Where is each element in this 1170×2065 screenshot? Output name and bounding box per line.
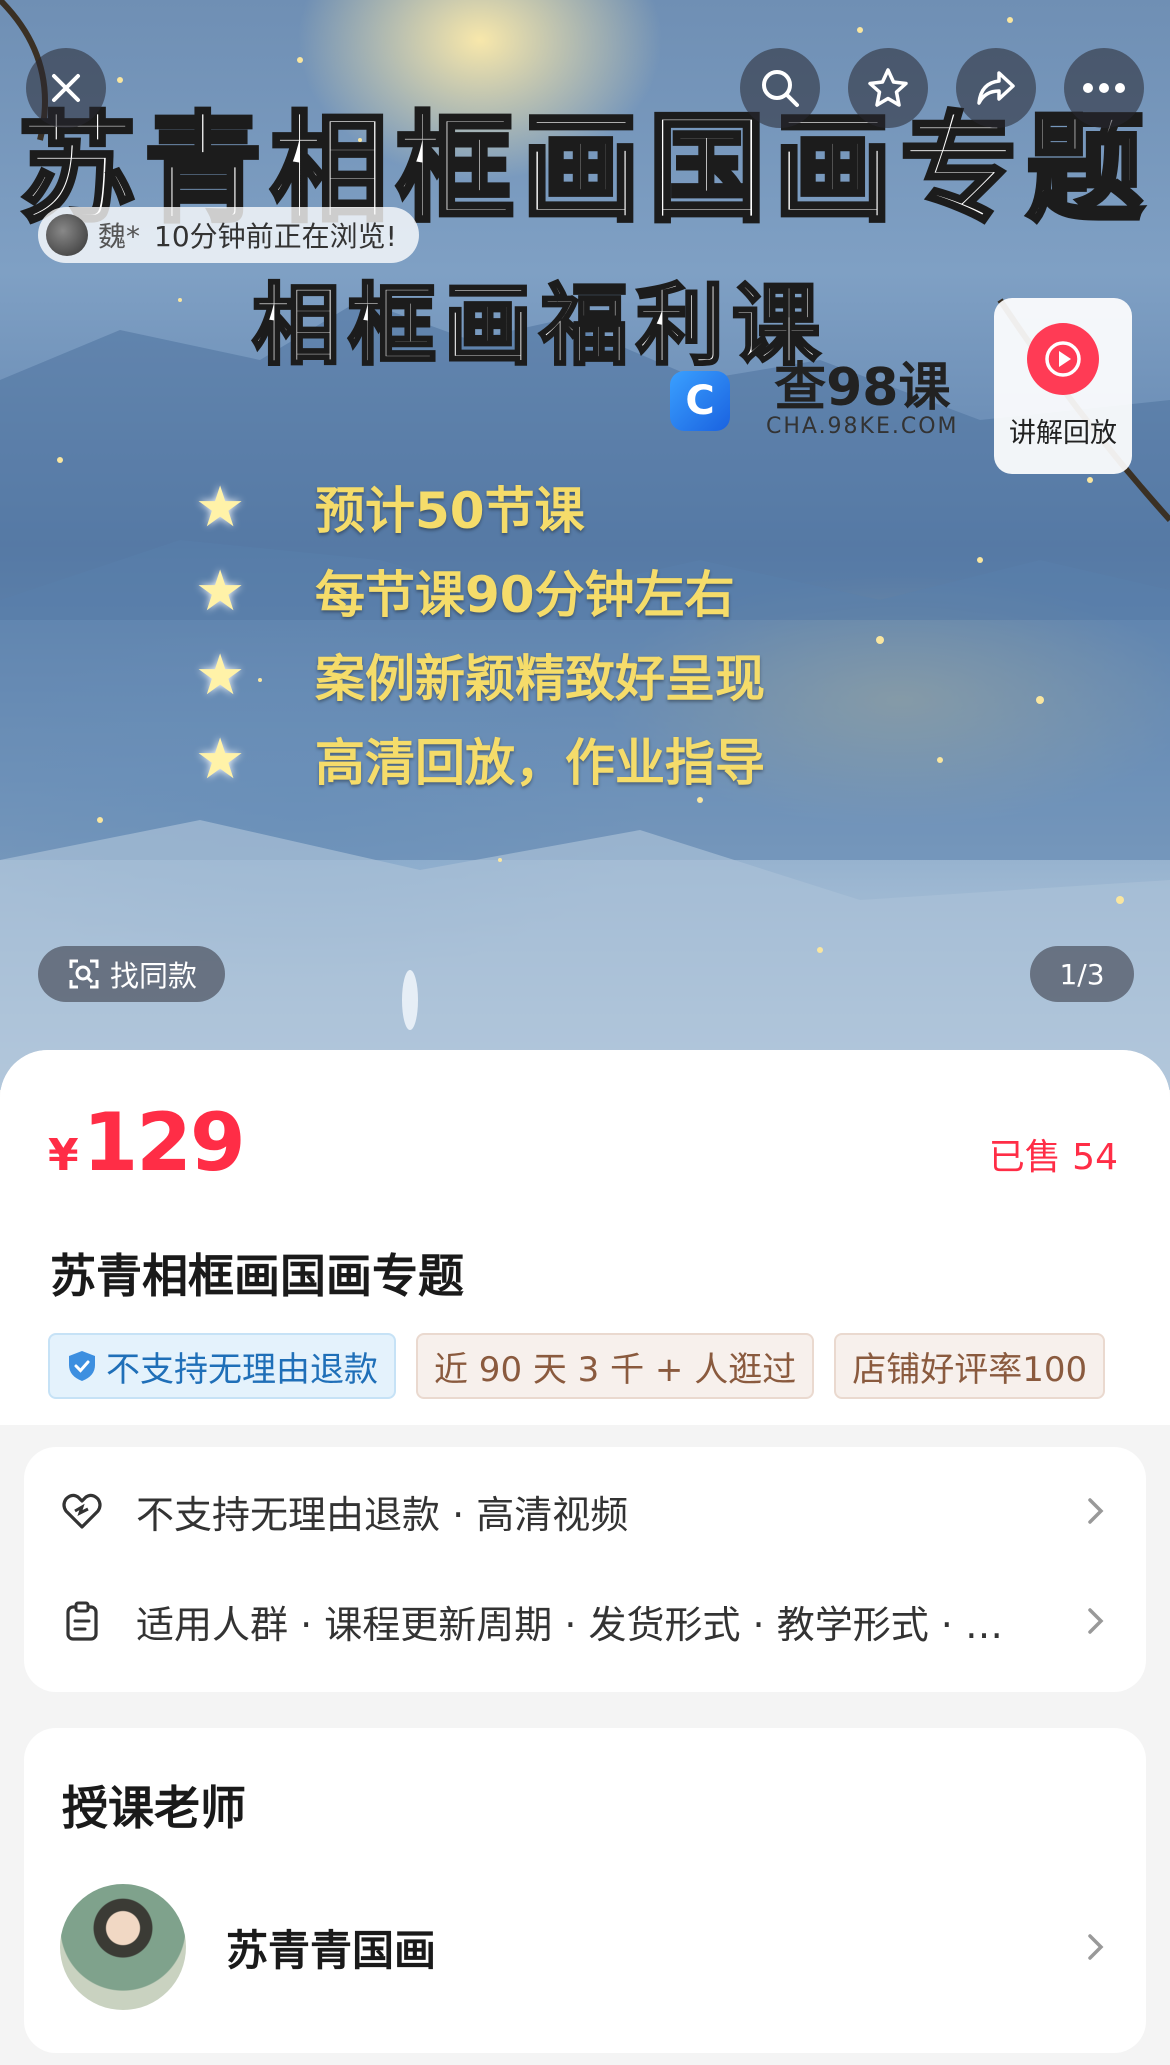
find-similar-label: 找同款 — [110, 959, 198, 993]
scan-icon — [69, 959, 99, 989]
teacher-avatar — [60, 1884, 186, 2010]
refund-policy-tag[interactable]: 不支持无理由退款 — [48, 1333, 396, 1399]
viewer-name: 魏* — [98, 220, 141, 253]
feature-item: ★ 案例新颖精致好呈现 — [195, 642, 765, 709]
recent-viewer-notice: 魏* 10分钟前正在浏览! — [38, 207, 419, 263]
replay-button[interactable]: 讲解回放 — [994, 298, 1132, 474]
teacher-card: 授课老师 苏青青国画 — [24, 1728, 1146, 2053]
more-icon — [1083, 83, 1125, 93]
find-similar-button[interactable]: 找同款 — [38, 946, 226, 1002]
share-button[interactable] — [956, 48, 1036, 128]
tag-row: 不支持无理由退款 近 90 天 3 千 + 人逛过 店铺好评率100 — [48, 1333, 1122, 1399]
shield-icon — [69, 1351, 95, 1381]
chevron-right-icon — [1088, 1608, 1104, 1634]
sold-count: 已售 54 — [988, 1137, 1118, 1178]
star-bullet-icon: ★ — [195, 474, 246, 540]
feature-list: ★ 预计50节课 ★ 每节课90分钟左右 ★ 案例新颖精致好呈现 ★ 高清回放，作业指导 — [195, 465, 765, 801]
product-title: 苏青相框画国画专题 — [50, 1249, 464, 1303]
star-icon — [868, 68, 908, 107]
close-button[interactable] — [26, 48, 106, 128]
watermark-sub: CHA.98KE.COM — [766, 414, 959, 439]
play-icon — [1027, 322, 1099, 395]
service-row[interactable]: 不支持无理由退款 · 高清视频 — [60, 1471, 1110, 1551]
parameters-row[interactable]: 适用人群 · 课程更新周期 · 发货形式 · 教学形式 · … — [60, 1581, 1110, 1661]
replay-label: 讲解回放 — [1009, 417, 1117, 449]
more-button[interactable] — [1064, 48, 1144, 128]
teacher-heading: 授课老师 — [62, 1781, 246, 1835]
price-value: 129 — [82, 1096, 246, 1189]
star-bullet-icon: ★ — [195, 726, 246, 792]
currency-symbol: ¥ — [48, 1130, 79, 1181]
favorite-button[interactable] — [848, 48, 928, 128]
feature-item: ★ 每节课90分钟左右 — [195, 558, 735, 625]
star-bullet-icon: ★ — [195, 558, 246, 624]
price: ¥ 129 — [48, 1096, 246, 1189]
viewer-text: 10分钟前正在浏览! — [154, 220, 397, 253]
close-icon — [52, 74, 80, 102]
search-icon — [762, 70, 799, 107]
watermark-logo: C — [670, 370, 730, 431]
attributes-card: 不支持无理由退款 · 高清视频 适用人群 · 课程更新周期 · 发货形式 · 教… — [24, 1447, 1146, 1692]
teacher-name: 苏青青国画 — [226, 1925, 437, 1975]
store-rating-tag[interactable]: 店铺好评率100 — [834, 1333, 1106, 1399]
heart-shield-icon — [62, 1493, 102, 1529]
teacher-row[interactable]: 苏青青国画 — [60, 1884, 1110, 2010]
image-page-indicator: 1/3 — [1030, 946, 1134, 1002]
search-button[interactable] — [740, 48, 820, 128]
viewer-avatar — [46, 214, 88, 256]
feature-item: ★ 预计50节课 — [195, 474, 585, 541]
watermark-main: 查98课 — [774, 358, 951, 418]
clipboard-icon — [66, 1601, 98, 1641]
hero-banner[interactable]: 苏青相框画国画专题 相框画福利课 C 查98课 CHA.98KE.COM ★ 预计… — [0, 0, 1170, 1090]
visitors-tag[interactable]: 近 90 天 3 千 + 人逛过 — [416, 1333, 815, 1399]
share-icon — [977, 71, 1015, 105]
chevron-right-icon — [1088, 1498, 1104, 1524]
watermark: C 查98课 CHA.98KE.COM — [670, 362, 959, 439]
star-bullet-icon: ★ — [195, 642, 246, 708]
hero-subtitle: 相框画福利课 — [250, 274, 828, 377]
feature-item: ★ 高清回放，作业指导 — [195, 726, 765, 793]
chevron-right-icon — [1088, 1934, 1104, 1960]
